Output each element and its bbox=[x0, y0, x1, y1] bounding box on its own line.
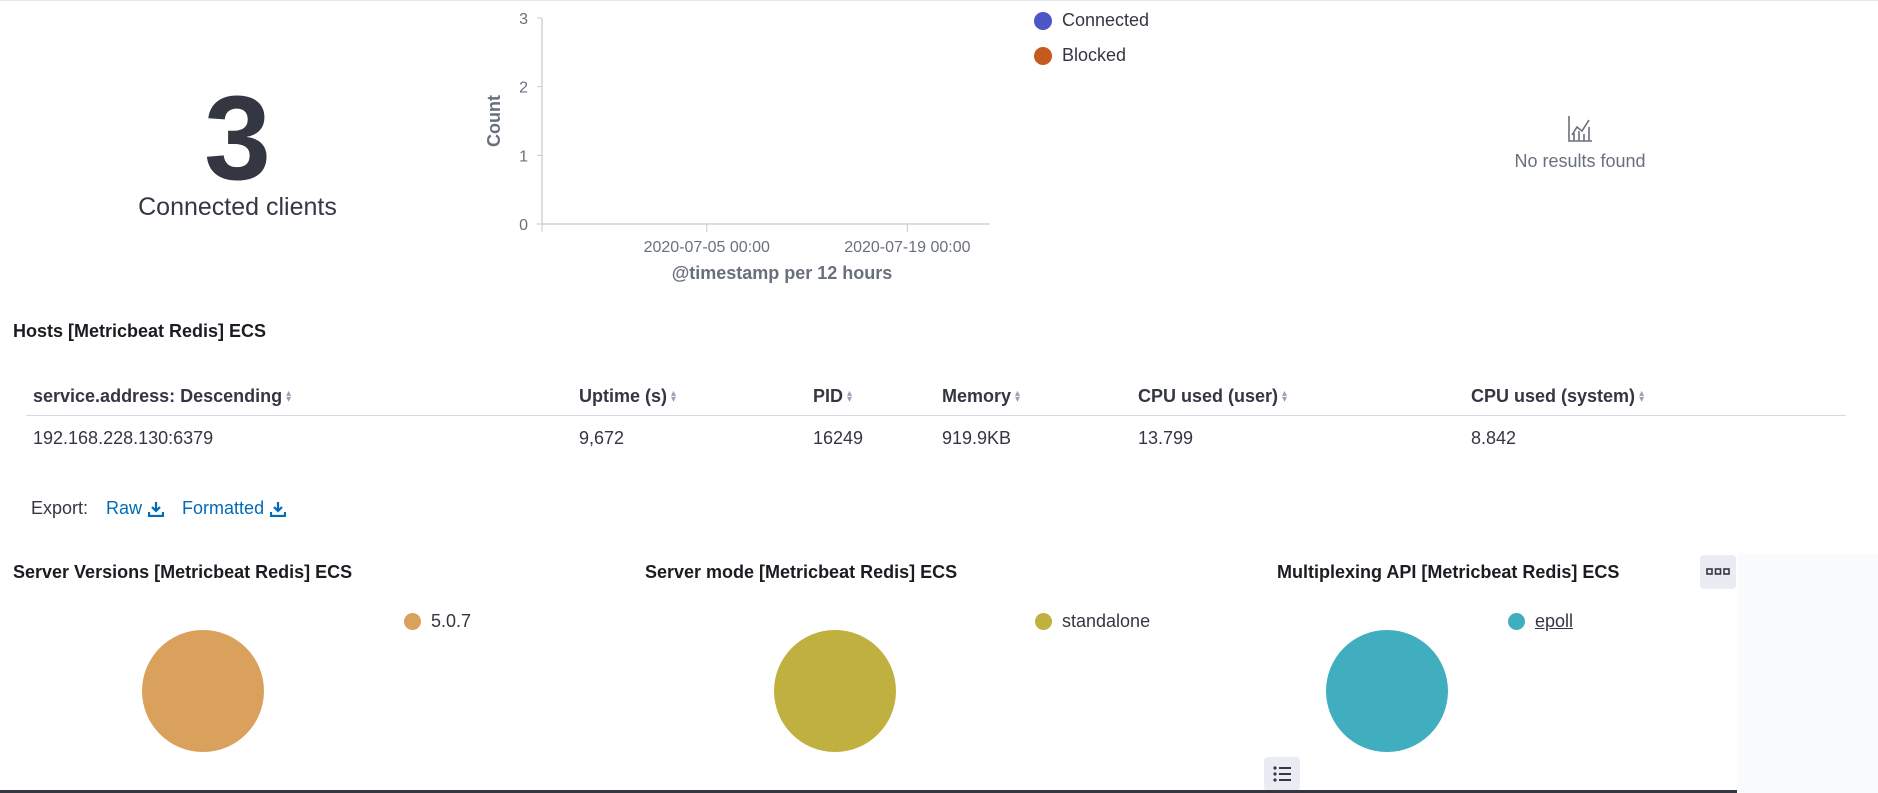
export-formatted-link[interactable]: Formatted bbox=[182, 498, 287, 519]
legend-dot bbox=[1508, 613, 1525, 630]
chart-svg: 0 1 2 3 2020-07-05 00:00 2020-07-19 00:00 @tim… bbox=[484, 11, 1023, 283]
column-uptime[interactable]: Uptime (s) ▴ ▾ bbox=[579, 386, 676, 407]
sort-icon[interactable]: ▴ ▾ bbox=[1015, 388, 1020, 404]
sort-icon[interactable]: ▴ ▾ bbox=[847, 388, 852, 404]
sort-icon[interactable]: ▴ ▾ bbox=[671, 388, 676, 404]
legend-dot bbox=[1035, 613, 1052, 630]
top-divider bbox=[0, 0, 1878, 1]
table-header: service.address: Descending ▴ ▾ Uptime (s… bbox=[26, 378, 1846, 416]
cell-cpu-system: 8.842 bbox=[1471, 428, 1517, 448]
column-label: Uptime (s) bbox=[579, 386, 668, 406]
y-tick-label: 3 bbox=[519, 11, 528, 28]
export-formatted-label: Formatted bbox=[182, 498, 265, 518]
download-icon bbox=[270, 501, 287, 517]
column-cpu-system[interactable]: CPU used (system) ▴ ▾ bbox=[1471, 386, 1644, 407]
column-cpu-user[interactable]: CPU used (user) ▴ ▾ bbox=[1138, 386, 1287, 407]
legend-label-connected: Connected bbox=[1062, 10, 1150, 30]
cell-cpu-user: 13.799 bbox=[1138, 428, 1194, 448]
legend-dot bbox=[404, 613, 421, 630]
column-label: Memory bbox=[942, 386, 1012, 406]
cell-memory: 919.9KB bbox=[942, 428, 1012, 448]
sort-icon[interactable]: ▴ ▾ bbox=[1282, 388, 1287, 404]
cell-service-address: 192.168.228.130:6379 bbox=[33, 428, 214, 448]
cell-pid: 16249 bbox=[813, 428, 864, 448]
visualization-icon bbox=[1568, 116, 1592, 142]
metric-value: 3 bbox=[204, 71, 271, 205]
column-label: CPU used (user) bbox=[1138, 386, 1279, 406]
legend-label: 5.0.7 bbox=[431, 611, 472, 631]
chart-legend: Connected Blocked bbox=[1034, 10, 1149, 66]
sort-icon[interactable]: ▴ ▾ bbox=[286, 388, 291, 404]
pie-slice-5-0-7[interactable] bbox=[142, 630, 264, 752]
legend-item-mode[interactable]: standalone bbox=[1035, 611, 1150, 632]
legend-label: standalone bbox=[1062, 611, 1151, 631]
export-bar: Export: Raw Formatted bbox=[31, 498, 287, 519]
y-tick-label: 1 bbox=[519, 148, 528, 165]
legend-dot-connected bbox=[1034, 11, 1052, 30]
y-tick-label: 0 bbox=[519, 217, 528, 234]
server-mode-title: Server mode [Metricbeat Redis] ECS bbox=[645, 562, 958, 582]
column-label: CPU used (system) bbox=[1471, 386, 1636, 406]
server-versions-title: Server Versions [Metricbeat Redis] ECS bbox=[13, 562, 353, 582]
pie-slice-epoll[interactable] bbox=[1326, 630, 1448, 752]
connected-clients-chart: 0 1 2 3 2020-07-05 00:00 2020-07-19 00:00 @tim… bbox=[470, 4, 1023, 289]
column-service-address[interactable]: service.address: Descending ▴ ▾ bbox=[33, 386, 291, 407]
y-axis-title: Count bbox=[484, 95, 504, 147]
no-results-panel: No results found bbox=[1450, 115, 1710, 172]
ellipsis-icon bbox=[1706, 568, 1730, 575]
hosts-table: service.address: Descending ▴ ▾ Uptime (s… bbox=[26, 378, 1846, 454]
metric-label: Connected clients bbox=[138, 193, 337, 221]
export-raw-label: Raw bbox=[106, 498, 143, 518]
export-raw-link[interactable]: Raw bbox=[106, 498, 165, 519]
panel-background bbox=[1737, 553, 1878, 793]
multiplexing-api-title: Multiplexing API [Metricbeat Redis] ECS bbox=[1277, 562, 1620, 582]
export-label: Export: bbox=[31, 498, 89, 518]
legend-item-version[interactable]: 5.0.7 bbox=[404, 611, 471, 632]
no-results-text: No results found bbox=[1514, 151, 1646, 171]
toggle-legend-button[interactable] bbox=[1264, 757, 1300, 791]
legend-item-blocked[interactable]: Blocked bbox=[1034, 45, 1149, 66]
legend-dot-blocked bbox=[1034, 46, 1052, 65]
column-label: PID bbox=[813, 386, 844, 406]
cell-uptime: 9,672 bbox=[579, 428, 625, 448]
pie-slice-standalone[interactable] bbox=[774, 630, 896, 752]
list-icon bbox=[1273, 766, 1291, 782]
legend-label: epoll bbox=[1535, 611, 1574, 631]
x-tick-label: 2020-07-05 00:00 bbox=[644, 239, 770, 256]
hosts-panel-title: Hosts [Metricbeat Redis] ECS bbox=[13, 321, 267, 341]
legend-item-api[interactable]: epoll bbox=[1508, 611, 1573, 632]
column-memory[interactable]: Memory ▴ ▾ bbox=[942, 386, 1020, 407]
sort-icon[interactable]: ▴ ▾ bbox=[1639, 388, 1644, 404]
column-pid[interactable]: PID ▴ ▾ bbox=[813, 386, 852, 407]
legend-label-blocked: Blocked bbox=[1062, 45, 1127, 65]
table-row: 192.168.228.130:6379 9,672 16249 919.9KB… bbox=[26, 416, 1846, 454]
legend-item-connected[interactable]: Connected bbox=[1034, 10, 1149, 31]
x-axis-title: @timestamp per 12 hours bbox=[672, 263, 893, 283]
y-tick-label: 2 bbox=[519, 80, 528, 97]
column-label: service.address: Descending bbox=[33, 386, 283, 406]
panel-options-button[interactable] bbox=[1700, 555, 1736, 589]
x-tick-label: 2020-07-19 00:00 bbox=[844, 239, 970, 256]
download-icon bbox=[148, 501, 165, 517]
